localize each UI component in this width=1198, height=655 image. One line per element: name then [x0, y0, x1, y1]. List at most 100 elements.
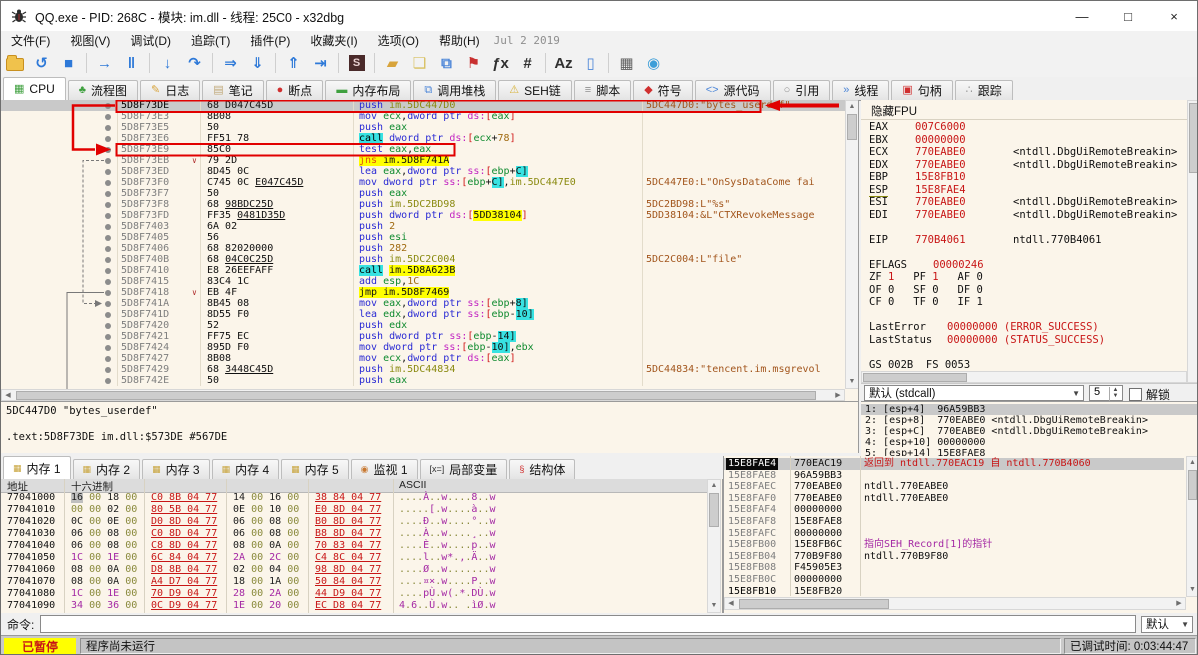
register-line[interactable]: EFLAGS 00000246	[861, 259, 1187, 271]
breakpoint-dot[interactable]	[105, 223, 111, 230]
disasm-row[interactable]: 5D8F73F7 50 push eax	[1, 188, 846, 199]
register-line[interactable]: ESP 15E8FAE4	[861, 184, 1187, 197]
run-button[interactable]: →	[92, 51, 117, 75]
dump-vscrollbar[interactable]: ▲ ▼	[707, 479, 721, 613]
disasm-row[interactable]: 5D8F742E 50 push eax	[1, 375, 846, 386]
tab-trace[interactable]: ∴ 跟踪	[954, 80, 1013, 100]
tab-dump5[interactable]: ▦ 内存 5	[281, 459, 349, 479]
breakpoint-dot[interactable]	[105, 201, 111, 208]
register-line[interactable]: EDX 770EABE0 <ntdll.DbgUiRemoteBreakin>	[861, 159, 1187, 171]
close-button[interactable]: ×	[1151, 1, 1197, 31]
disasm-row[interactable]: 5D8F73E5 50 push eax	[1, 122, 846, 133]
registers-vscrollbar[interactable]	[1187, 100, 1197, 383]
register-line[interactable]: EAX 007C6000	[861, 121, 1187, 133]
stack-row[interactable]: 15E8FB0C 00000000	[724, 574, 1184, 586]
register-line[interactable]: GS 002B FS 0053	[861, 359, 1187, 371]
hash-button[interactable]: #	[515, 51, 540, 75]
breakpoint-dot[interactable]	[105, 278, 111, 285]
breakpoint-dot[interactable]	[105, 212, 111, 219]
tab-locals[interactable]: [x=] 局部变量	[419, 459, 508, 479]
calling-convention-select[interactable]: 默认 (stdcall) ▼	[864, 385, 1084, 401]
labels-button[interactable]: ⧉	[434, 51, 459, 75]
tab-call-stack[interactable]: ⧉ 调用堆栈	[413, 80, 497, 100]
tab-notes[interactable]: ▤ 笔记	[202, 80, 264, 100]
title-bar[interactable]: QQ.exe - PID: 268C - 模块: im.dll - 线程: 25…	[1, 1, 1197, 32]
disasm-row[interactable]: 5D8F73E6 FF51 78 call dword ptr ds:[ecx+78…	[1, 133, 846, 144]
tab-handles[interactable]: ▣ 句柄	[891, 80, 953, 100]
functions-button[interactable]: ƒx	[488, 51, 513, 75]
run-to-user-code-button[interactable]: ⇥	[308, 51, 333, 75]
breakpoint-dot[interactable]	[105, 157, 111, 164]
breakpoint-dot[interactable]	[105, 135, 111, 142]
disasm-row[interactable]: 5D8F7406 68 82020000 push 282	[1, 243, 846, 254]
tab-breakpoints[interactable]: ● 断点	[265, 80, 324, 100]
disasm-row[interactable]: 5D8F741D 8D55 F0 lea edx,dword ptr ss:[ebp…	[1, 309, 846, 320]
breakpoint-dot[interactable]	[105, 168, 111, 175]
disasm-hscrollbar[interactable]: ◀ ▶	[1, 389, 845, 401]
execute-till-return-button[interactable]: ⇑	[281, 51, 306, 75]
arguments-pane[interactable]: 1: [esp+4] 96A59BB3 2: [esp+8] 770EABE0 <…	[861, 401, 1197, 457]
register-line[interactable]: ESI 770EABE0 <ntdll.DbgUiRemoteBreakin>	[861, 196, 1187, 208]
stack-vscrollbar[interactable]: ▲ ▼	[1186, 456, 1197, 597]
patches-button[interactable]: ▰	[380, 51, 405, 75]
tab-dump2[interactable]: ▦ 内存 2	[72, 459, 141, 479]
disasm-vscrollbar[interactable]: ▲ ▼	[845, 100, 858, 389]
tab-references[interactable]: ○ 引用	[772, 80, 831, 100]
tab-memory-map[interactable]: ▬ 内存布局	[325, 80, 412, 100]
stack-row[interactable]: 15E8FAFC 00000000	[724, 528, 1184, 540]
tab-watch1[interactable]: ◉ 监视 1	[350, 459, 418, 479]
stack-row[interactable]: 15E8FAF0 770EABE0 ntdll.770EABE0	[724, 493, 1184, 505]
disasm-row[interactable]: 5D8F7418 ∨ EB 4F jmp im.5D8F7469	[1, 287, 846, 298]
disasm-row[interactable]: 5D8F73ED 8D45 0C lea eax,dword ptr ss:[ebp…	[1, 166, 846, 177]
register-line[interactable]: EIP 770B4061 ntdll.770B4061	[861, 234, 1187, 246]
disasm-row[interactable]: 5D8F7421 FF75 EC push dword ptr ss:[ebp-14…	[1, 331, 846, 342]
stack-row[interactable]: 15E8FAE8 96A59BB3	[724, 470, 1184, 482]
register-line[interactable]: ECX 770EABE0 <ntdll.DbgUiRemoteBreakin>	[861, 146, 1187, 158]
registers-hscrollbar[interactable]	[861, 371, 1187, 383]
menu-options[interactable]: 选项(O)	[368, 31, 429, 50]
argument-row[interactable]: 2: [esp+8] 770EABE0 <ntdll.DbgUiRemoteBr…	[861, 415, 1197, 426]
tab-graph[interactable]: ♣ 流程图	[67, 80, 138, 100]
disasm-row[interactable]: 5D8F73FD FF35 0481D35D push dword ptr ds:[…	[1, 210, 846, 221]
strings-button[interactable]: Az	[551, 51, 576, 75]
breakpoint-dot[interactable]	[105, 190, 111, 197]
disassembly-pane[interactable]: 5D8F73DE 68 D047C45D push im.5DC447D0 5DC44…	[1, 100, 859, 401]
stack-row[interactable]: 15E8FB10 15E8FB20	[724, 586, 1184, 598]
disasm-row[interactable]: 5D8F73F0 C745 0C E047C45D mov dword ptr ss…	[1, 177, 846, 188]
disasm-row[interactable]: 5D8F7415 83C4 1C add esp,1C	[1, 276, 846, 287]
disasm-row[interactable]: 5D8F73DE 68 D047C45D push im.5DC447D0 5DC44…	[1, 100, 846, 111]
dump-row[interactable]: 77041050 1C 00 1E 00 6C 84 04 77 2A 00 2C 0…	[1, 552, 707, 564]
register-line[interactable]: EDI 770EABE0 <ntdll.DbgUiRemoteBreakin>	[861, 209, 1187, 221]
menu-file[interactable]: 文件(F)	[1, 31, 60, 50]
dump-row[interactable]: 77041090 34 00 36 00 0C D9 04 77 1E 00 20 0…	[1, 600, 707, 612]
menu-favourites[interactable]: 收藏夹(I)	[300, 31, 367, 50]
register-line[interactable]: LastStatus 00000000 (STATUS_SUCCESS)	[861, 334, 1187, 346]
argument-row[interactable]: 1: [esp+4] 96A59BB3	[861, 404, 1197, 415]
dump-row[interactable]: 77041080 1C 00 1E 00 70 D9 04 77 28 00 2A 0…	[1, 588, 707, 600]
globe-button[interactable]: ◉	[641, 51, 666, 75]
memory-dump-pane[interactable]: 地址 十六进制 ASCII 77041000 16 00 18 00 C0 8B 0…	[1, 479, 723, 613]
tab-seh[interactable]: ⚠ SEH链	[498, 80, 572, 100]
stack-row[interactable]: 15E8FB00 15E8FB6C 指向SEH_Record[1]的指针	[724, 539, 1184, 551]
breakpoint-dot[interactable]	[105, 102, 111, 109]
breakpoint-dot[interactable]	[105, 311, 111, 318]
stack-row[interactable]: 15E8FB08 F45905E3	[724, 562, 1184, 574]
breakpoint-dot[interactable]	[105, 289, 111, 296]
step-out-button[interactable]: ⇓	[245, 51, 270, 75]
run-to-cursor-button[interactable]: ⇒	[218, 51, 243, 75]
breakpoint-dot[interactable]	[105, 300, 111, 307]
dump-row[interactable]: 77041000 16 00 18 00 C0 8B 04 77 14 00 16 0…	[1, 492, 707, 504]
breakpoint-dot[interactable]	[105, 113, 111, 120]
dump-row[interactable]: 77041070 08 00 0A 00 A4 D7 04 77 18 00 1A 0…	[1, 576, 707, 588]
breakpoint-dot[interactable]	[105, 179, 111, 186]
comments-button[interactable]: ❏	[407, 51, 432, 75]
dump-row[interactable]: 77041010 00 00 02 00 80 5B 04 77 0E 00 10 0…	[1, 504, 707, 516]
tab-threads[interactable]: » 线程	[832, 80, 890, 100]
breakpoint-dot[interactable]	[105, 377, 111, 384]
tab-source[interactable]: <> 源代码	[694, 80, 771, 100]
tab-log[interactable]: ✎ 日志	[139, 80, 201, 100]
breakpoint-dot[interactable]	[105, 333, 111, 340]
register-line[interactable]: EBP 15E8FB10	[861, 171, 1187, 183]
step-over-button[interactable]: ↷	[182, 51, 207, 75]
menu-view[interactable]: 视图(V)	[60, 31, 120, 50]
